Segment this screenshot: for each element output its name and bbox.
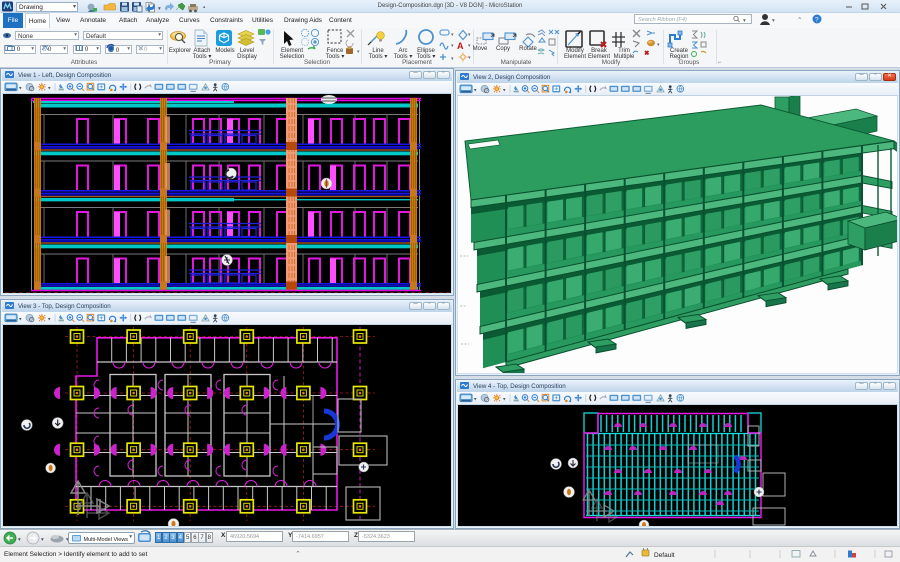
- svg-text:▾: ▾: [503, 88, 506, 93]
- svg-text:▾: ▾: [657, 42, 660, 48]
- svg-text:▾: ▾: [451, 56, 454, 62]
- svg-text:▾: ▾: [474, 397, 477, 402]
- svg-text:▾: ▾: [743, 18, 746, 24]
- svg-text:▾: ▾: [19, 86, 22, 91]
- svg-text:⌐: ⌐: [718, 60, 722, 66]
- svg-text:▪: ▪: [203, 5, 205, 11]
- svg-text:▾: ▾: [18, 537, 21, 543]
- svg-text:Default: Default: [654, 552, 675, 559]
- svg-text:▾: ▾: [451, 43, 454, 49]
- svg-text:▾: ▾: [41, 537, 44, 543]
- svg-text:▾: ▾: [48, 317, 51, 322]
- svg-text:▾: ▾: [19, 317, 22, 322]
- svg-text:▾: ▾: [158, 6, 161, 12]
- svg-text:?: ?: [815, 17, 819, 24]
- svg-text:▾: ▾: [474, 88, 477, 93]
- svg-text:▾: ▾: [503, 397, 506, 402]
- svg-text:⌃: ⌃: [797, 16, 802, 24]
- svg-text:▾: ▾: [772, 18, 775, 24]
- svg-text:▾: ▾: [468, 55, 471, 61]
- svg-text:▾: ▾: [468, 32, 471, 38]
- svg-text:▾: ▾: [48, 86, 51, 91]
- svg-text:A: A: [457, 41, 464, 51]
- svg-text:▾: ▾: [451, 32, 454, 38]
